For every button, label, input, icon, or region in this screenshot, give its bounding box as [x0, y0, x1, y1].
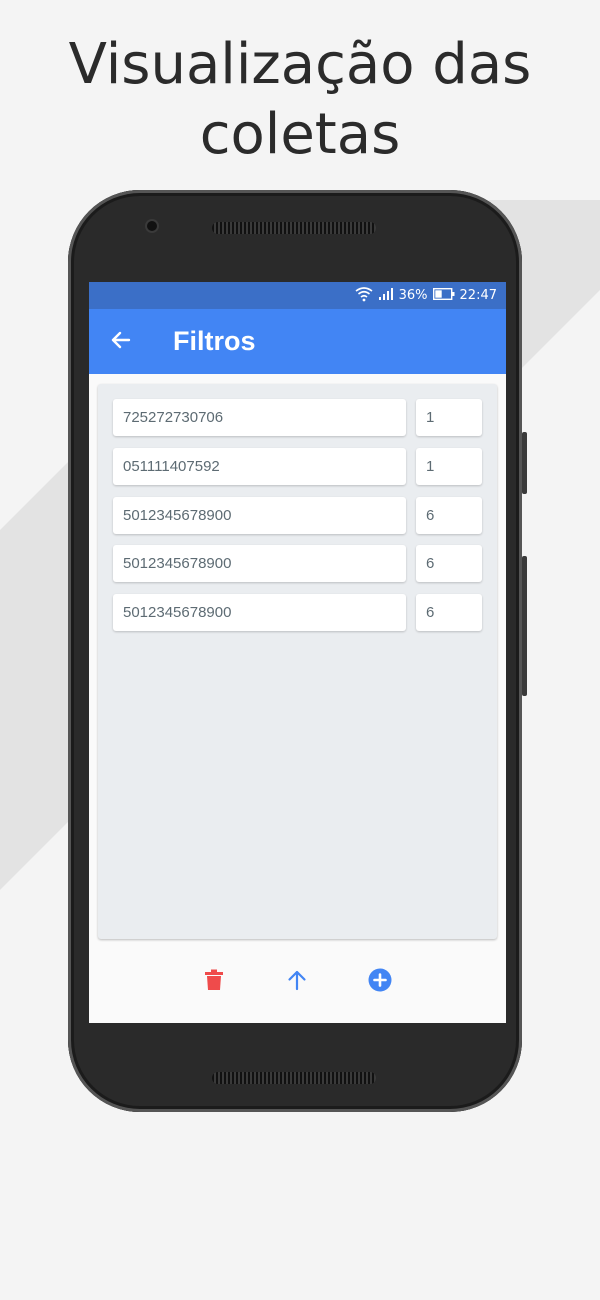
front-camera [147, 221, 157, 231]
upload-button[interactable] [283, 968, 311, 996]
quantity-field[interactable]: 1 [416, 399, 482, 436]
signal-icon [378, 287, 394, 304]
list-item: 051111407592 1 [113, 448, 482, 485]
arrow-up-icon [286, 969, 308, 995]
clock: 22:47 [459, 288, 497, 303]
arrow-left-icon [109, 328, 133, 356]
barcode-field[interactable]: 5012345678900 [113, 594, 406, 631]
top-speaker [212, 222, 376, 234]
barcode-field[interactable]: 051111407592 [113, 448, 406, 485]
add-button[interactable] [366, 968, 394, 996]
back-button[interactable] [89, 328, 153, 356]
barcode-field[interactable]: 5012345678900 [113, 545, 406, 582]
trash-icon [204, 969, 224, 995]
quantity-field[interactable]: 6 [416, 594, 482, 631]
headline-line-1: Visualização das [68, 32, 532, 97]
bottom-action-bar [89, 942, 506, 1023]
quantity-field[interactable]: 6 [416, 545, 482, 582]
barcode-field[interactable]: 5012345678900 [113, 497, 406, 534]
battery-percent: 36% [398, 288, 428, 303]
quantity-field[interactable]: 1 [416, 448, 482, 485]
page-title: Filtros [173, 326, 256, 356]
app-bar: Filtros [89, 309, 506, 374]
volume-button [522, 432, 527, 494]
battery-icon [432, 287, 455, 304]
list-item: 5012345678900 6 [113, 594, 482, 631]
app-screen: 36% 22:47 Filtros 725272730706 1 0511114… [89, 282, 506, 1023]
delete-button[interactable] [200, 968, 228, 996]
list-item: 725272730706 1 [113, 399, 482, 436]
power-button [522, 556, 527, 696]
bottom-speaker [212, 1072, 376, 1084]
status-bar: 36% 22:47 [89, 282, 506, 309]
wifi-icon [355, 286, 373, 306]
list-item: 5012345678900 6 [113, 545, 482, 582]
plus-circle-icon [368, 968, 392, 996]
collections-list: 725272730706 1 051111407592 1 5012345678… [98, 384, 497, 939]
barcode-field[interactable]: 725272730706 [113, 399, 406, 436]
quantity-field[interactable]: 6 [416, 497, 482, 534]
list-item: 5012345678900 6 [113, 497, 482, 534]
headline-line-2: coletas [199, 102, 401, 167]
headline: Visualização das coletas [0, 30, 600, 170]
